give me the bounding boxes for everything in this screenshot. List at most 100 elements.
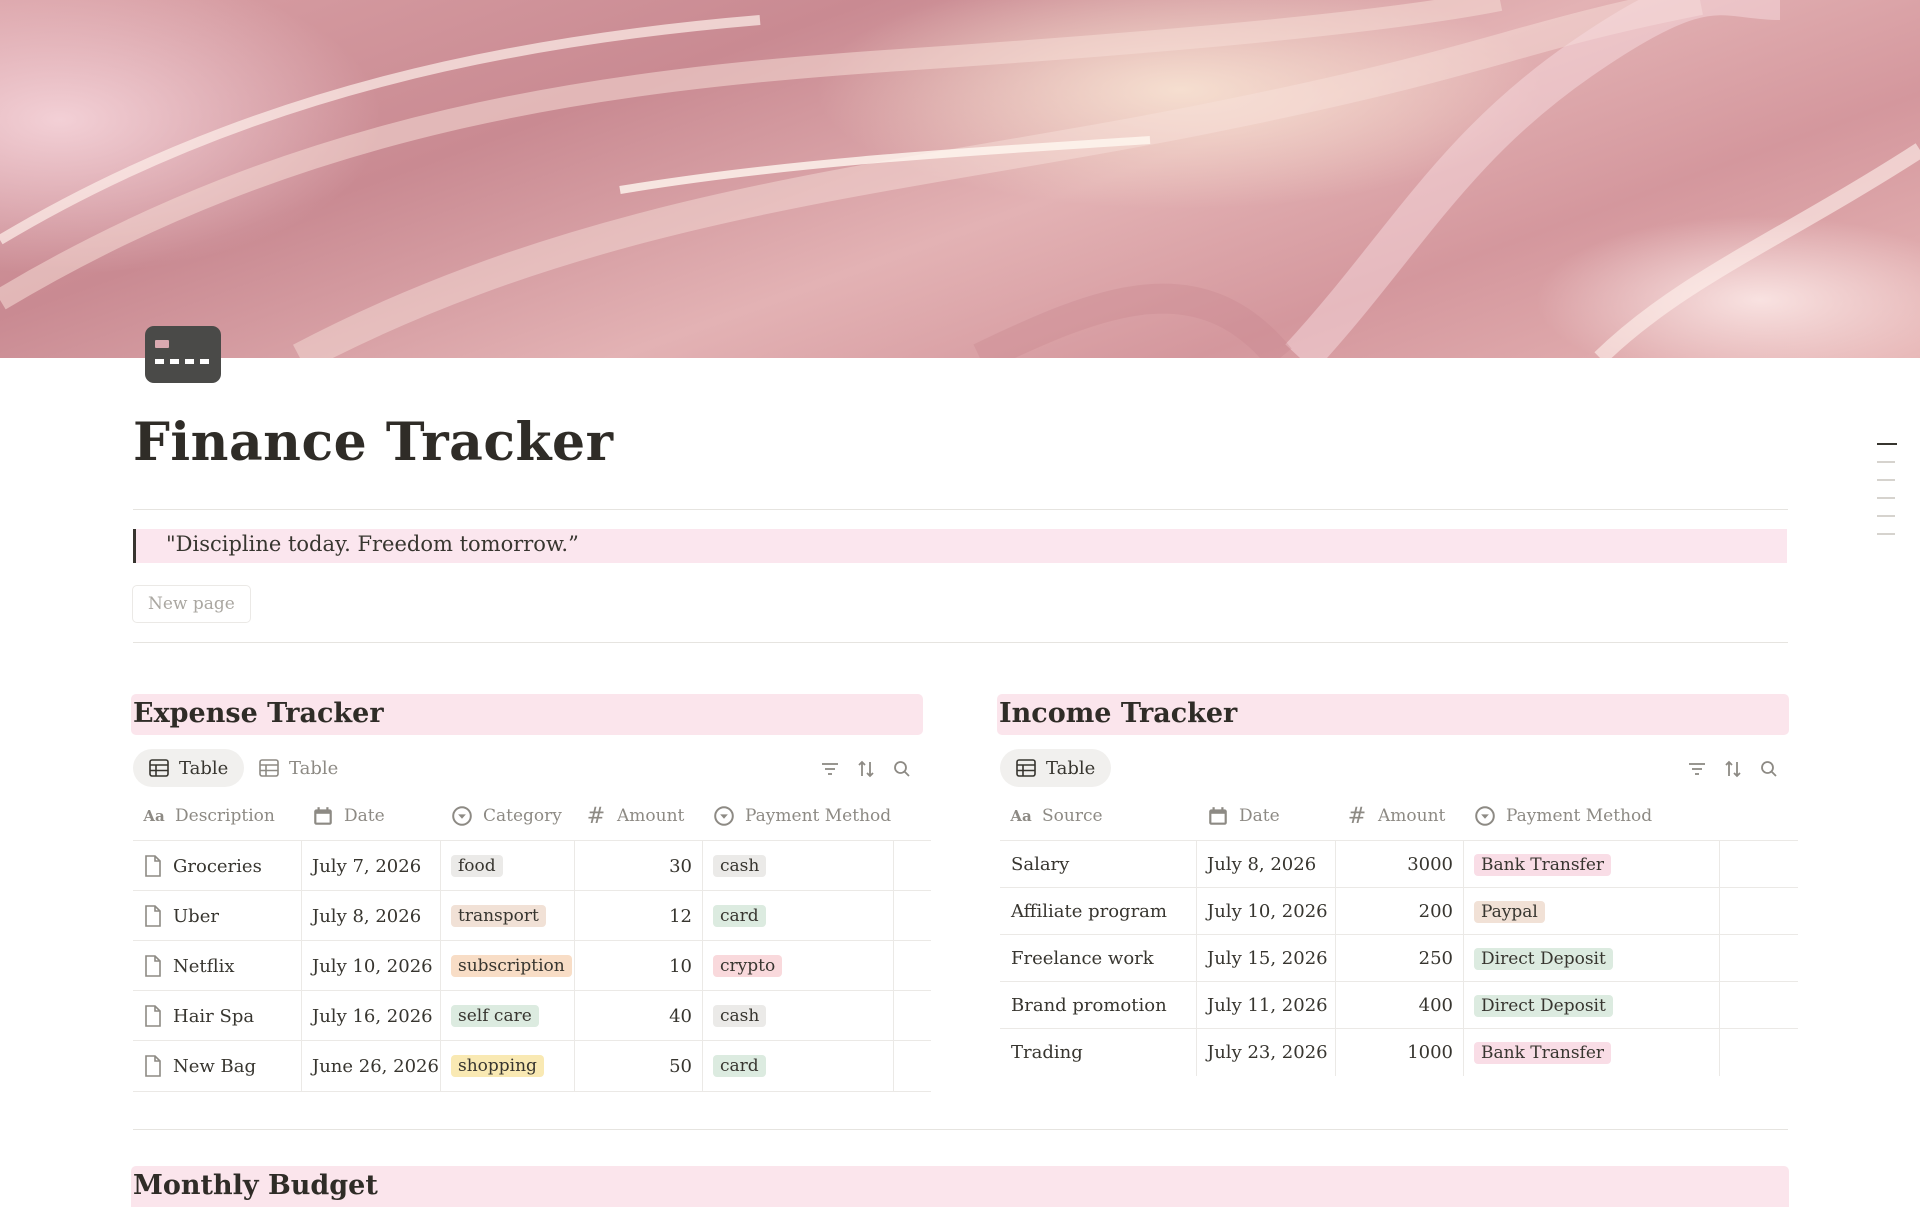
date-cell[interactable]: June 26, 2026 — [302, 1041, 441, 1091]
income-tab-table[interactable]: Table — [1000, 749, 1112, 787]
payment-method-cell[interactable]: Direct Deposit — [1464, 982, 1720, 1029]
empty-cell[interactable] — [894, 991, 931, 1041]
amount-cell[interactable]: 400 — [1336, 982, 1464, 1029]
amount-cell[interactable]: 30 — [575, 841, 703, 891]
empty-cell[interactable] — [1720, 888, 1798, 935]
payment-method-cell[interactable]: Bank Transfer — [1464, 841, 1720, 888]
source-cell[interactable]: Affiliate program — [1000, 888, 1197, 935]
table-row[interactable]: Freelance work July 15, 2026 250 Direct … — [1000, 934, 1798, 982]
outline-item[interactable] — [1877, 443, 1897, 445]
category-cell[interactable]: subscription — [441, 941, 575, 991]
sort-icon[interactable] — [1723, 759, 1743, 779]
empty-cell[interactable] — [1720, 1029, 1798, 1076]
search-icon[interactable] — [892, 759, 912, 779]
outline-item[interactable] — [1877, 479, 1895, 481]
empty-cell[interactable] — [894, 891, 931, 941]
filter-icon[interactable] — [820, 759, 840, 779]
column-header-amount[interactable]: # Amount — [1336, 793, 1464, 839]
column-header-description[interactable]: Aa Description — [133, 793, 302, 839]
table-row[interactable]: Netflix July 10, 2026 subscription 10 cr… — [133, 940, 931, 991]
date-cell[interactable]: July 11, 2026 — [1197, 982, 1336, 1029]
category-cell[interactable]: transport — [441, 891, 575, 941]
category-cell[interactable]: shopping — [441, 1041, 575, 1091]
table-row[interactable]: Brand promotion July 11, 2026 400 Direct… — [1000, 981, 1798, 1029]
column-header-category[interactable]: Category — [441, 793, 575, 839]
column-header-date[interactable]: Date — [302, 793, 441, 839]
outline-item[interactable] — [1877, 497, 1895, 499]
amount-cell[interactable]: 40 — [575, 991, 703, 1041]
source-cell[interactable]: Freelance work — [1000, 935, 1197, 982]
date-cell[interactable]: July 15, 2026 — [1197, 935, 1336, 982]
empty-cell[interactable] — [894, 941, 931, 991]
sort-icon[interactable] — [856, 759, 876, 779]
amount-cell[interactable]: 12 — [575, 891, 703, 941]
table-row[interactable]: Groceries July 7, 2026 food 30 cash — [133, 840, 931, 891]
amount-cell[interactable]: 250 — [1336, 935, 1464, 982]
payment-method-cell[interactable]: Bank Transfer — [1464, 1029, 1720, 1076]
search-icon[interactable] — [1759, 759, 1779, 779]
empty-cell[interactable] — [894, 1041, 931, 1091]
empty-cell[interactable] — [894, 841, 931, 891]
date-cell[interactable]: July 7, 2026 — [302, 841, 441, 891]
category-cell[interactable]: self care — [441, 991, 575, 1041]
outline-item[interactable] — [1877, 533, 1895, 535]
date-cell[interactable]: July 8, 2026 — [302, 891, 441, 941]
amount-cell[interactable]: 10 — [575, 941, 703, 991]
new-page-button[interactable]: New page — [132, 585, 251, 623]
amount-cell[interactable]: 50 — [575, 1041, 703, 1091]
payment-method-cell[interactable]: cash — [703, 841, 894, 891]
description-cell[interactable]: Netflix — [133, 941, 302, 991]
source-cell[interactable]: Trading — [1000, 1029, 1197, 1076]
payment-method-cell[interactable]: crypto — [703, 941, 894, 991]
payment-method-cell[interactable]: Direct Deposit — [1464, 935, 1720, 982]
column-header-amount[interactable]: # Amount — [575, 793, 703, 839]
column-header-payment-method[interactable]: Payment Method — [703, 793, 894, 839]
payment-method-cell[interactable]: card — [703, 891, 894, 941]
amount-cell[interactable]: 3000 — [1336, 841, 1464, 888]
date-cell[interactable]: July 23, 2026 — [1197, 1029, 1336, 1076]
table-row[interactable]: Salary July 8, 2026 3000 Bank Transfer — [1000, 840, 1798, 888]
table-row[interactable]: Affiliate program July 10, 2026 200 Payp… — [1000, 887, 1798, 935]
outline-item[interactable] — [1877, 515, 1895, 517]
column-header-payment-method[interactable]: Payment Method — [1464, 793, 1720, 839]
monthly-budget-header: Monthly Budget — [131, 1166, 1789, 1207]
category-tag: subscription — [451, 955, 572, 977]
description-cell[interactable]: Groceries — [133, 841, 302, 891]
date-cell[interactable]: July 8, 2026 — [1197, 841, 1336, 888]
outline-item[interactable] — [1877, 461, 1895, 463]
table-row[interactable]: Uber July 8, 2026 transport 12 card — [133, 890, 931, 941]
table-row[interactable]: Trading July 23, 2026 1000 Bank Transfer — [1000, 1028, 1798, 1076]
page-title[interactable]: Finance Tracker — [133, 412, 614, 473]
filter-icon[interactable] — [1687, 759, 1707, 779]
expense-tab-table-2[interactable]: Table — [243, 749, 354, 787]
income-tracker-header: Income Tracker — [997, 694, 1789, 735]
table-row[interactable]: Hair Spa July 16, 2026 self care 40 cash — [133, 990, 931, 1041]
amount-cell[interactable]: 200 — [1336, 888, 1464, 935]
payment-tag: card — [713, 1055, 766, 1077]
source-cell[interactable]: Salary — [1000, 841, 1197, 888]
empty-cell[interactable] — [1720, 982, 1798, 1029]
payment-method-cell[interactable]: Paypal — [1464, 888, 1720, 935]
expense-tab-table[interactable]: Table — [133, 749, 245, 787]
payment-method-cell[interactable]: card — [703, 1041, 894, 1091]
empty-cell[interactable] — [1720, 841, 1798, 888]
category-cell[interactable]: food — [441, 841, 575, 891]
column-header-date[interactable]: Date — [1197, 793, 1336, 839]
credit-card-icon[interactable] — [145, 326, 221, 383]
text-property-icon: Aa — [143, 807, 165, 825]
date-cell[interactable]: July 10, 2026 — [302, 941, 441, 991]
amount-cell[interactable]: 1000 — [1336, 1029, 1464, 1076]
empty-cell[interactable] — [1720, 935, 1798, 982]
description-cell[interactable]: Hair Spa — [133, 991, 302, 1041]
table-row[interactable]: New Bag June 26, 2026 shopping 50 card — [133, 1040, 931, 1092]
category-tag: transport — [451, 905, 546, 927]
date-cell[interactable]: July 16, 2026 — [302, 991, 441, 1041]
payment-method-cell[interactable]: cash — [703, 991, 894, 1041]
quote-block[interactable]: "Discipline today. Freedom tomorrow.” — [133, 529, 1787, 563]
description-cell[interactable]: Uber — [133, 891, 302, 941]
expense-tracker-header: Expense Tracker — [131, 694, 923, 735]
column-header-source[interactable]: Aa Source — [1000, 793, 1197, 839]
date-cell[interactable]: July 10, 2026 — [1197, 888, 1336, 935]
description-cell[interactable]: New Bag — [133, 1041, 302, 1091]
source-cell[interactable]: Brand promotion — [1000, 982, 1197, 1029]
